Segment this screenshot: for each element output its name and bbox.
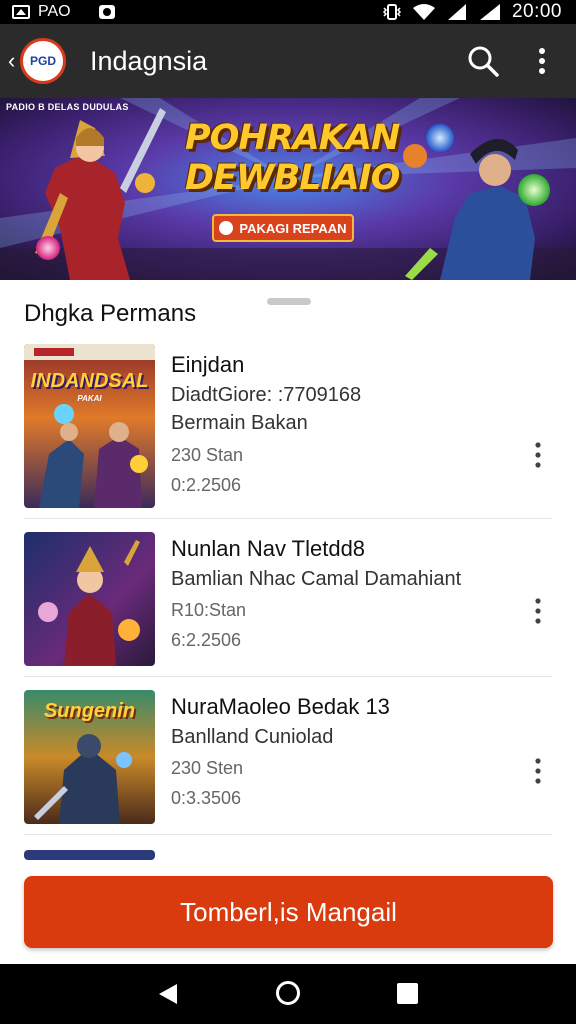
item-thumbnail: INDANDSAL PAKAI [24,344,155,508]
sheet-drag-handle[interactable] [267,298,311,305]
item-more-icon[interactable] [532,758,544,784]
item-thumbnail [24,532,155,666]
banner-pill-label: PAKAGI REPAAN [239,220,347,236]
battery-icon [479,4,500,20]
item-thumbnail [24,850,155,860]
vibrate-icon [382,4,402,20]
item-subtitle: Bamlian Nhac Camal Damahiant [171,568,462,590]
camera-notification-icon [98,5,115,19]
signal-icon [447,4,466,20]
item-thumbnail-title: INDANDSAL [30,370,149,392]
status-left-text: PAO [38,3,71,20]
item-more-icon[interactable] [532,598,544,624]
banner-title-line1: POHRAKAN [185,118,400,158]
app-logo[interactable]: PGD [20,38,66,84]
section-title: Dhgka Permans [24,300,197,327]
list-item[interactable]: Sungenin NuraMaoleo Bedak 13 Banlland Cu… [0,686,576,834]
search-icon[interactable] [466,44,500,78]
item-thumbnail-title: Sungenin [43,700,136,722]
list-item-partial[interactable] [0,846,576,860]
list-item[interactable]: Nunlan Nav Tletdd8 Bamlian Nhac Camal Da… [0,528,576,676]
list-divider [24,834,552,835]
item-thumbnail-art [24,532,155,666]
item-title: NuraMaoleo Bedak 13 [171,694,390,719]
app-logo-text: PGD [29,54,56,68]
banner-title-line2: DEWBLIAIO [185,158,400,198]
promo-banner[interactable]: PADIO B DELAS DUDULAS POHRAKAN DEWBLIAIO… [0,98,576,280]
status-time: 20:00 [511,1,562,22]
item-more-icon[interactable] [532,442,544,468]
item-size: 0:2.2506 [171,475,242,495]
status-bar: PAO 20:00 [0,0,576,24]
nav-recents-icon[interactable] [397,983,418,1004]
item-title: Nunlan Nav Tletdd8 [171,536,366,561]
banner-caption: PADIO B DELAS DUDULAS [6,102,129,112]
item-rating: R10:Stan [171,600,247,620]
item-subtitle: Banlland Cuniolad [171,726,334,748]
list-divider [24,676,552,677]
banner-pill-button[interactable]: PAKAGI REPAAN [212,214,354,242]
item-rating: 230 Sten [171,758,244,778]
item-rating: 230 Stan [171,445,244,465]
pill-badge-icon [219,221,234,235]
back-arrow-icon[interactable]: ‹ [8,48,15,74]
item-thumbnail: Sungenin [24,690,155,824]
list-divider [24,518,552,519]
wifi-icon [412,4,435,20]
item-thumbnail-art [24,344,155,508]
item-title: Einjdan [171,352,245,377]
nav-back-icon[interactable] [157,982,179,1006]
item-size: 6:2.2506 [171,630,242,650]
item-size: 0:3.3506 [171,788,242,808]
item-thumbnail-tag: PAKAI [77,394,102,403]
primary-action-button[interactable]: Tomberl,is Mangail [24,876,553,948]
app-title: Indagnsia [90,46,208,76]
banner-title: POHRAKAN DEWBLIAIO [185,118,400,198]
system-nav-bar [0,964,576,1024]
gallery-notification-icon [12,5,30,19]
item-subtitle: DiadtGiore: :7709168 [171,384,362,406]
list-item[interactable]: INDANDSAL PAKAI Einjdan DiadtGiore: :770… [0,340,576,518]
app-bar: ‹ PGD Indagnsia [0,24,576,98]
nav-home-icon[interactable] [276,981,300,1005]
more-vert-icon[interactable] [530,46,554,76]
item-subtitle-secondary: Bermain Bakan [171,412,308,434]
